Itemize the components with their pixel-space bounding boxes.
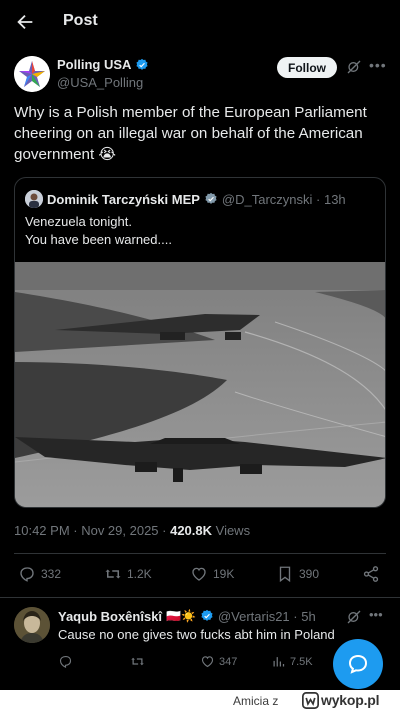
follow-button[interactable]: Follow <box>277 57 337 78</box>
post-actions: 332 1.2K 19K 390 <box>0 565 400 587</box>
post-author: Polling USA @USA_Polling Follow ••• <box>14 56 386 92</box>
bookmark-icon <box>279 566 291 583</box>
repost-icon <box>105 569 121 579</box>
divider <box>14 553 386 554</box>
views-label: Views <box>212 523 251 538</box>
reply-like-count: 347 <box>219 655 238 668</box>
reply-text: Cause no one gives two fucks abt him in … <box>58 627 335 642</box>
grok-icon[interactable] <box>346 59 362 75</box>
like-button[interactable]: 19K <box>190 565 234 583</box>
reply-header: Yaqub Boxênîskî 🇵🇱☀️ @Vertaris21 · 5h <box>58 608 316 624</box>
post-time: 10:42 PM · Nov 29, 2025 · <box>14 523 171 538</box>
quoted-avatar[interactable] <box>25 190 43 208</box>
repost-icon <box>131 657 144 666</box>
reply-count: 332 <box>41 567 62 581</box>
reply-icon <box>59 655 72 668</box>
verified-badge-icon <box>136 58 148 70</box>
share-icon <box>363 566 379 582</box>
person-photo-icon <box>14 607 50 643</box>
like-count: 19K <box>213 567 235 581</box>
reply-avatar[interactable] <box>14 607 50 643</box>
reply-icon <box>20 567 34 582</box>
reply-author-name[interactable]: Yaqub Boxênîskî <box>58 609 162 624</box>
reply-like-button[interactable]: 347 <box>200 654 237 669</box>
reply-author-flags: 🇵🇱☀️ <box>166 609 196 623</box>
chat-icon <box>348 654 368 674</box>
quoted-post-text: Venezuela tonight. You have been warned.… <box>25 214 172 247</box>
reply-reply-button[interactable] <box>58 654 73 669</box>
like-icon <box>192 567 206 581</box>
wykop-logo-icon <box>302 692 319 709</box>
views-count: 420.8K <box>170 523 213 538</box>
post-timestamp: 10:42 PM · Nov 29, 2025 · 420.8K Views <box>14 523 250 538</box>
reply-repost-button[interactable] <box>130 654 145 669</box>
views-icon <box>273 657 285 667</box>
chat-fab-button[interactable] <box>333 639 383 689</box>
reply-views-count: 7.5K <box>290 655 313 668</box>
page-title: Post <box>63 12 98 29</box>
footer-site: wykop.pl <box>321 692 380 708</box>
polling-usa-logo-icon <box>14 56 50 92</box>
share-button[interactable] <box>362 565 380 583</box>
more-icon[interactable]: ••• <box>369 57 387 73</box>
footer-watermark: Amicia z wykop.pl <box>0 690 400 711</box>
bookmark-button[interactable]: 390 <box>276 565 319 583</box>
grok-icon[interactable] <box>346 609 362 625</box>
author-name-text[interactable]: Polling USA <box>57 57 131 72</box>
quoted-post-header: Dominik Tarczyński MEP @D_Tarczynski · 1… <box>25 190 346 208</box>
quoted-author-handle[interactable]: @D_Tarczynski · 13h <box>222 192 346 207</box>
author-name[interactable]: Polling USA <box>57 57 149 72</box>
top-bar: Post <box>0 0 400 44</box>
divider <box>0 597 400 598</box>
stealth-bombers-photo <box>15 262 385 507</box>
footer-author: Amicia z <box>233 694 279 708</box>
repost-count: 1.2K <box>127 567 152 581</box>
quoted-post[interactable]: Dominik Tarczyński MEP @D_Tarczynski · 1… <box>14 177 386 508</box>
reply-button[interactable]: 332 <box>18 565 61 583</box>
quoted-author-name[interactable]: Dominik Tarczyński MEP <box>47 192 200 207</box>
reply-views-button[interactable]: 7.5K <box>271 654 313 669</box>
verified-badge-icon <box>201 609 213 621</box>
verified-badge-icon <box>205 192 217 204</box>
author-handle[interactable]: @USA_Polling <box>57 75 143 90</box>
like-icon <box>201 656 214 668</box>
bookmark-count: 390 <box>299 567 320 581</box>
post-text: Why is a Polish member of the European P… <box>14 104 367 163</box>
repost-button[interactable]: 1.2K <box>104 565 152 583</box>
person-photo-icon <box>25 190 43 208</box>
quoted-post-image[interactable] <box>15 262 385 507</box>
more-icon[interactable]: ••• <box>369 607 383 622</box>
reply-author-handle[interactable]: @Vertaris21 · 5h <box>218 609 316 624</box>
avatar[interactable] <box>14 56 50 92</box>
back-arrow-icon[interactable] <box>14 11 36 33</box>
